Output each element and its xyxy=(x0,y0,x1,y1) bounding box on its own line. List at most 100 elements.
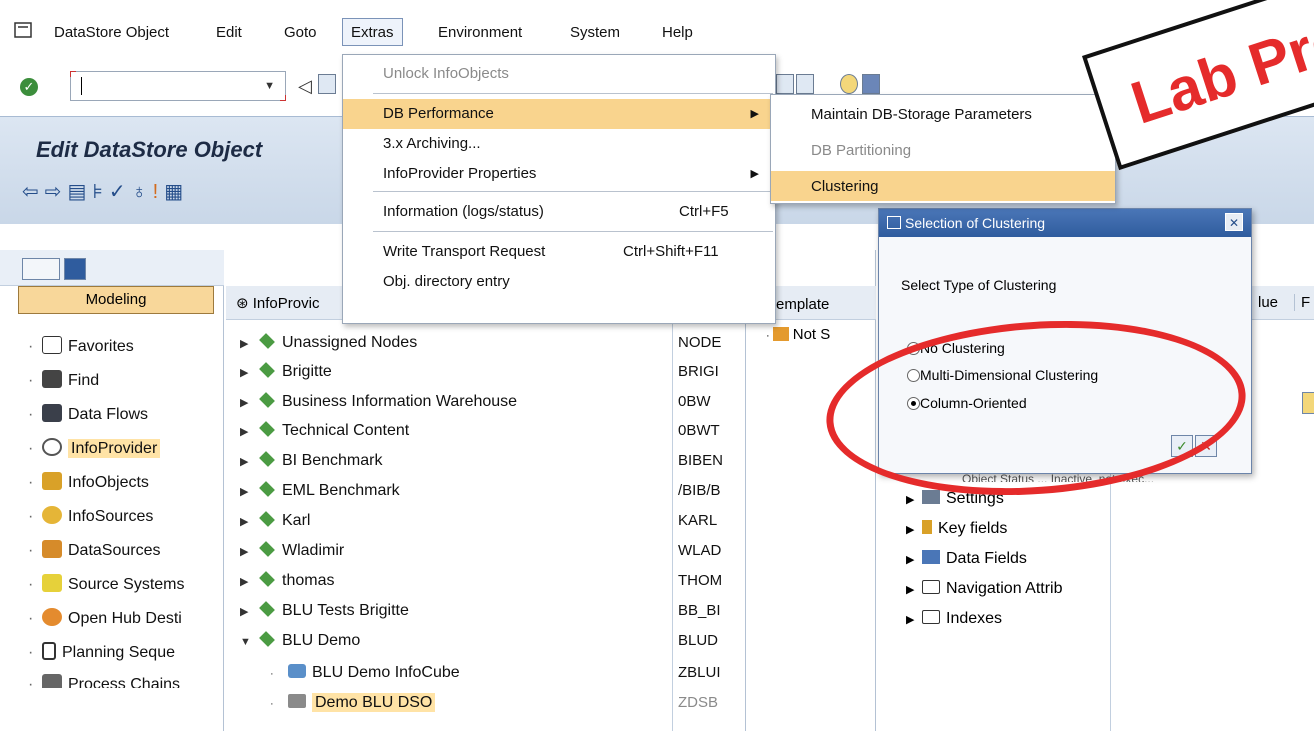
menu-item-obj-directory-entry[interactable]: Obj. directory entry xyxy=(343,267,775,297)
window-icon[interactable] xyxy=(796,74,814,94)
tree-row[interactable]: ▶ Brigitte xyxy=(240,362,332,381)
tree-code: /BIB/B xyxy=(678,482,721,499)
confirm-check-icon[interactable]: ✓ xyxy=(1171,435,1193,457)
object-icon[interactable]: ▦ xyxy=(164,181,189,203)
modeling-button[interactable]: Modeling xyxy=(18,286,214,314)
tree-row[interactable]: ▶ Karl xyxy=(240,511,310,530)
menu-item-unlock-infoobjects[interactable]: Unlock InfoObjects xyxy=(343,59,775,89)
tree-row[interactable]: ▶ Business Information Warehouse xyxy=(240,392,517,411)
detail-row-settings[interactable]: ▶ Settings xyxy=(906,490,1004,508)
tree-code: BLUD xyxy=(678,632,719,649)
menu-item-maintain-db-storage[interactable]: Maintain DB-Storage Parameters xyxy=(771,99,1115,129)
nav-datasources[interactable]: · DataSources xyxy=(28,540,161,560)
detail-row-indexes[interactable]: ▶ Indexes xyxy=(906,610,1002,628)
radio-no-clustering[interactable]: No Clustering xyxy=(907,340,1005,356)
diamond-folder-icon xyxy=(259,333,275,349)
detail-row-data-fields[interactable]: ▶ Data Fields xyxy=(906,550,1027,568)
save-icon[interactable] xyxy=(318,74,336,94)
menu-help[interactable]: Help xyxy=(662,24,693,41)
menu-extras[interactable]: Extras xyxy=(342,18,403,46)
cancel-x-icon[interactable]: ✕ xyxy=(1195,435,1217,457)
nav-find[interactable]: · Find xyxy=(28,370,99,390)
hierarchy-icon[interactable]: ⊧ xyxy=(92,181,108,203)
nav-source-systems[interactable]: · Source Systems xyxy=(28,574,184,594)
menu-environment[interactable]: Environment xyxy=(438,24,522,41)
info-icon[interactable]: ! xyxy=(153,181,165,203)
menu-datastore-object[interactable]: DataStore Object xyxy=(54,24,169,41)
nav-data-flows[interactable]: · Data Flows xyxy=(28,404,148,424)
tree-row[interactable]: ▶ Technical Content xyxy=(240,421,409,440)
tree-header-label[interactable]: ⊛ InfoProvic xyxy=(236,294,319,312)
menu-item-db-performance[interactable]: DB Performance ▶ xyxy=(343,99,775,129)
template-row[interactable]: · Not S xyxy=(766,326,830,343)
nav-open-hub[interactable]: · Open Hub Desti xyxy=(28,608,182,628)
shortcut-label: Ctrl+F5 xyxy=(679,203,729,220)
check-icon[interactable]: ✓ xyxy=(109,181,132,203)
radio-button[interactable] xyxy=(907,342,920,355)
tree-row-expanded[interactable]: ▼ BLU Demo xyxy=(240,631,360,650)
panel-settings-icon[interactable] xyxy=(22,258,60,280)
planning-icon xyxy=(42,642,56,660)
menu-goto[interactable]: Goto xyxy=(284,24,317,41)
diamond-folder-icon xyxy=(259,511,275,527)
extras-menu: Unlock InfoObjects DB Performance ▶ 3.x A… xyxy=(342,54,776,324)
nav-process-chains[interactable]: · Process Chains xyxy=(28,674,180,688)
text-cursor xyxy=(81,77,82,95)
back-icon[interactable]: ◁ xyxy=(298,76,312,97)
dialog-prompt: Select Type of Clustering xyxy=(901,277,1057,293)
diamond-folder-icon xyxy=(259,421,275,437)
command-field[interactable]: ▼ xyxy=(70,71,286,101)
menu-item-infoprovider-properties[interactable]: InfoProvider Properties ▶ xyxy=(343,159,775,189)
menu-edit[interactable]: Edit xyxy=(216,24,242,41)
detail-action-icon[interactable] xyxy=(1302,392,1314,414)
nav-infosources[interactable]: · InfoSources xyxy=(28,506,153,526)
nav-infoobjects[interactable]: · InfoObjects xyxy=(28,472,149,492)
help-icon[interactable] xyxy=(840,74,858,94)
open-hub-icon xyxy=(42,608,62,626)
tree-row[interactable]: ▶ BI Benchmark xyxy=(240,451,382,470)
menu-item-db-partitioning[interactable]: DB Partitioning xyxy=(771,135,1115,165)
enter-check-icon[interactable]: ✓ xyxy=(20,78,38,96)
detail-row-navigation-attributes[interactable]: ▶ Navigation Attrib xyxy=(906,580,1063,598)
tree-row[interactable]: ▶ thomas xyxy=(240,571,334,590)
left-panel-toolbar xyxy=(0,250,224,286)
tree-row[interactable]: ▶ Unassigned Nodes xyxy=(240,333,417,352)
radio-button[interactable] xyxy=(907,369,920,382)
tree-row-child-selected[interactable]: · Demo BLU DSO xyxy=(270,693,436,712)
menu-item-information[interactable]: Information (logs/status) Ctrl+F5 xyxy=(343,197,775,227)
radio-column-oriented[interactable]: Column-Oriented xyxy=(907,395,1027,411)
tree-row-child[interactable]: · BLU Demo InfoCube xyxy=(270,664,460,682)
tree-row[interactable]: ▶ Wladimir xyxy=(240,541,344,560)
tree-code: 0BW xyxy=(678,393,711,410)
folder-icon xyxy=(922,580,940,594)
nav-favorites[interactable]: · Favorites xyxy=(28,336,134,356)
list-icon[interactable]: ▤ xyxy=(68,181,93,203)
tree-row[interactable]: ▶ BLU Tests Brigitte xyxy=(240,601,409,620)
activate-icon[interactable]: ♁ xyxy=(132,181,153,203)
forward-arrow-icon[interactable]: ⇨ xyxy=(45,181,68,203)
layout-icon[interactable] xyxy=(776,74,794,94)
tree-code: 0BWT xyxy=(678,422,720,439)
nav-planning-sequence[interactable]: · Planning Seque xyxy=(28,642,175,662)
close-icon[interactable]: ✕ xyxy=(1225,213,1243,231)
menu-item-clustering[interactable]: Clustering xyxy=(771,171,1115,201)
column-divider[interactable] xyxy=(672,286,673,731)
diamond-folder-icon xyxy=(259,451,275,467)
menu-system[interactable]: System xyxy=(570,24,620,41)
menu-item-archiving[interactable]: 3.x Archiving... xyxy=(343,129,775,159)
radio-multi-dimensional[interactable]: Multi-Dimensional Clustering xyxy=(907,367,1098,383)
chevron-down-icon[interactable]: ▼ xyxy=(264,80,275,92)
detail-row-key-fields[interactable]: ▶ Key fields xyxy=(906,520,1007,538)
customize-icon[interactable] xyxy=(862,74,880,94)
radio-button-selected[interactable] xyxy=(907,397,920,410)
tree-code: KARL xyxy=(678,512,718,529)
close-panel-icon[interactable] xyxy=(64,258,86,280)
nav-infoprovider[interactable]: · InfoProvider xyxy=(28,438,161,458)
tree-row[interactable]: ▶ EML Benchmark xyxy=(240,481,400,500)
tree-code: NODE xyxy=(678,334,722,351)
window-menu-icon[interactable] xyxy=(14,22,32,38)
back-arrow-icon[interactable]: ⇦ xyxy=(22,181,45,203)
infocube-icon xyxy=(288,664,306,678)
menu-item-write-transport-request[interactable]: Write Transport Request Ctrl+Shift+F11 xyxy=(343,237,775,267)
infoprovider-icon xyxy=(42,438,62,456)
